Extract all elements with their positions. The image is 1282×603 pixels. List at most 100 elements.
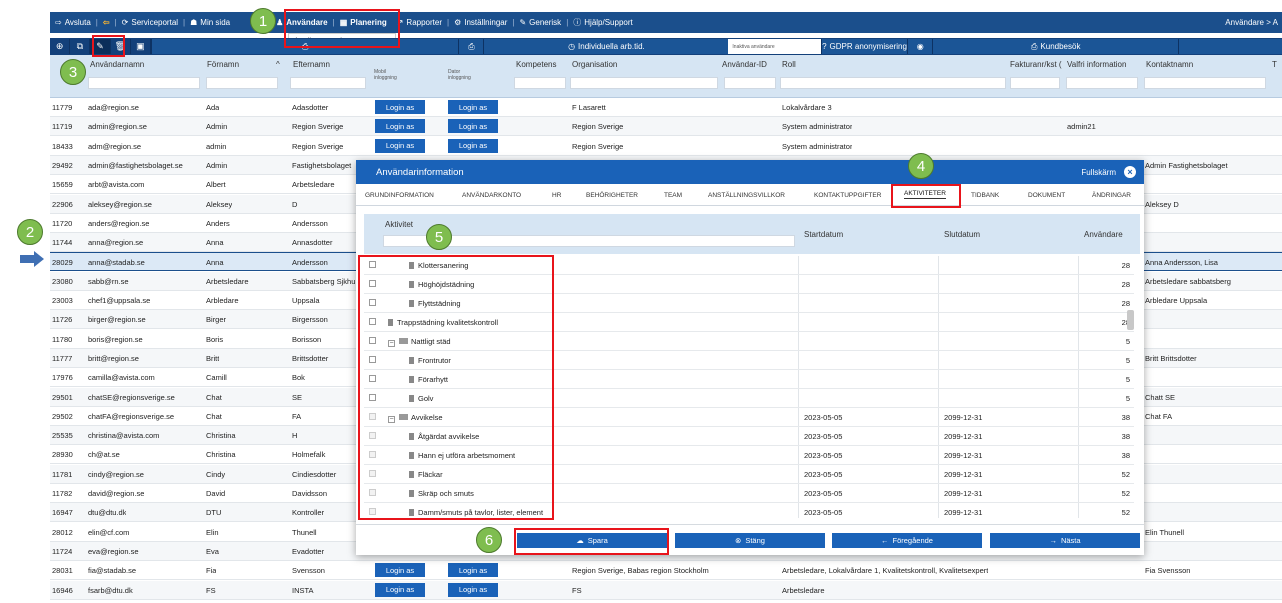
nav-back[interactable]: ⇦ (98, 18, 115, 27)
activity-row[interactable]: Trappstädning kvalitetskontroll 28 (364, 313, 1134, 332)
mobile-login-button[interactable]: Login as (375, 119, 425, 134)
filter-invoice[interactable] (1010, 77, 1060, 89)
copy-button[interactable]: ⧉ (70, 39, 91, 54)
activity-row[interactable]: Höghöjdstädning 28 (364, 275, 1134, 294)
filter-firstname[interactable] (206, 77, 278, 89)
table-row[interactable]: 28031 fia@stadab.se Fia Svensson Region Sver… (50, 561, 1282, 581)
col-invoice[interactable]: Fakturanr/kst ( (1010, 60, 1062, 69)
activity-row[interactable]: Åtgärdat avvikelse 2023-05-05 2099-12-31 38 (364, 427, 1134, 446)
collapse-icon[interactable]: − (388, 340, 395, 347)
col-username[interactable]: Användarnamn (90, 60, 144, 69)
activity-checkbox[interactable] (369, 394, 376, 401)
computer-login-button[interactable]: Login as (448, 582, 498, 597)
activity-row[interactable]: Fläckar 2023-05-05 2099-12-31 52 (364, 465, 1134, 484)
activity-row[interactable]: Damm/smuts på tavlor, lister, element 202… (364, 503, 1134, 518)
activity-checkbox[interactable] (369, 280, 376, 287)
activity-row[interactable]: Hann ej utföra arbetsmoment 2023-05-05 209… (364, 446, 1134, 465)
delete-button[interactable]: 🗑 (111, 39, 131, 54)
activity-checkbox[interactable] (369, 318, 376, 325)
nav-hjalp[interactable]: ⓘ Hjälp/Support (568, 17, 637, 28)
col-computer-login[interactable]: Dator inloggning (448, 69, 484, 81)
col-enddate[interactable]: Slutdatum (944, 230, 980, 239)
activity-row[interactable]: − Avvikelse 2023-05-05 2099-12-31 38 (364, 408, 1134, 427)
tab-anstallningsvillkor[interactable]: ANSTÄLLNINGSVILLKOR (708, 192, 785, 199)
nav-rapporter[interactable]: ↗ Rapporter (392, 18, 447, 27)
view-button[interactable]: ◉ (907, 39, 933, 54)
col-competence[interactable]: Kompetens (516, 60, 556, 69)
activity-row[interactable]: Skräp och smuts 2023-05-05 2099-12-31 52 (364, 484, 1134, 503)
computer-login-button[interactable]: Login as (448, 100, 498, 114)
computer-login-button[interactable]: Login as (448, 119, 498, 134)
activity-row[interactable]: Golv 5 (364, 389, 1134, 408)
table-row[interactable]: 11719 admin@region.se Admin Region Sverige R… (50, 117, 1282, 137)
tab-behorigheter[interactable]: BEHÖRIGHETER (586, 192, 638, 199)
kundbesok-button[interactable]: ⎙ Kundbesök (932, 39, 1179, 54)
activity-row[interactable]: Frontrutor 5 (364, 351, 1134, 370)
activity-checkbox[interactable] (369, 261, 376, 268)
filter-organisation[interactable] (570, 77, 718, 89)
export-button[interactable]: ▣ (131, 39, 152, 54)
previous-button[interactable]: ← Föregående (832, 533, 982, 548)
collapse-icon[interactable]: − (388, 416, 395, 423)
save-button[interactable]: ☁ Spara (517, 533, 667, 548)
individual-worktime-button[interactable]: ◷ Individuella arb.tid. (483, 39, 729, 54)
nav-avsluta[interactable]: ⇨ Avsluta (50, 18, 96, 27)
filter-role[interactable] (780, 77, 1006, 89)
tab-team[interactable]: TEAM (664, 192, 682, 199)
activity-row[interactable]: Klottersanering 28 (364, 256, 1134, 275)
computer-login-button[interactable]: Login as (448, 138, 498, 153)
mobile-login-button[interactable]: Login as (375, 100, 425, 114)
add-button[interactable]: ⊕ (50, 39, 71, 54)
col-userid[interactable]: Användar-ID (722, 60, 767, 69)
table-row[interactable]: 18433 adm@region.se admin Region Sverige Reg… (50, 137, 1282, 156)
table-row[interactable]: 16946 fsarb@dtu.dk FS INSTA FS Arbetsledare Lo… (50, 580, 1282, 600)
print-button[interactable]: ⎙ (151, 39, 459, 54)
nav-installningar[interactable]: ⚙ Inställningar (449, 18, 512, 27)
col-organisation[interactable]: Organisation (572, 60, 617, 69)
nav-min-sida[interactable]: ☗ Min sida (185, 18, 235, 27)
close-icon[interactable]: × (1124, 166, 1136, 178)
edit-button[interactable]: ✎ (90, 39, 111, 54)
inactive-users-toggle[interactable]: Inaktiva användare (728, 39, 821, 54)
tab-grundinformation[interactable]: GRUNDINFORMATION (365, 192, 434, 199)
col-firstname[interactable]: Förnamn (207, 60, 239, 69)
filter-userid[interactable] (724, 77, 776, 89)
col-startdate[interactable]: Startdatum (804, 230, 843, 239)
tab-andringar[interactable]: ÄNDRINGAR (1092, 192, 1131, 199)
nav-anvandare[interactable]: ♟ Användare (271, 18, 333, 27)
fullscreen-button[interactable]: Fullskärm (1081, 168, 1116, 177)
nav-generisk[interactable]: ✎ Generisk (514, 18, 566, 27)
col-contact[interactable]: Kontaktnamn (1146, 60, 1193, 69)
activity-checkbox[interactable] (369, 299, 376, 306)
filter-username[interactable] (88, 77, 200, 89)
activity-scrollbar[interactable] (1127, 310, 1134, 330)
tab-anvandarkonto[interactable]: ANVÄNDARKONTO (462, 192, 521, 199)
close-button[interactable]: ⊗ Stäng (675, 533, 825, 548)
col-activity[interactable]: Aktivitet (385, 220, 413, 229)
filter-free-info[interactable] (1066, 77, 1138, 89)
col-t[interactable]: T (1272, 60, 1277, 69)
computer-login-button[interactable]: Login as (448, 563, 498, 578)
mobile-login-button[interactable]: Login as (375, 563, 425, 578)
activity-checkbox[interactable] (369, 375, 376, 382)
filter-competence[interactable] (514, 77, 566, 89)
col-mobile-login[interactable]: Mobil inloggning (374, 69, 410, 81)
activity-checkbox[interactable] (369, 337, 376, 344)
col-role[interactable]: Roll (782, 60, 796, 69)
col-free-info[interactable]: Valfri information (1067, 60, 1126, 69)
print2-button[interactable]: ⎙ (458, 39, 484, 54)
tab-dokument[interactable]: DOKUMENT (1028, 192, 1065, 199)
tab-aktiviteter[interactable]: AKTIVITETER (904, 190, 946, 199)
gdpr-button[interactable]: ? GDPR anonymisering (820, 39, 908, 54)
table-row[interactable]: 11779 ada@region.se Ada Adasdotter F Lasaret… (50, 98, 1282, 117)
filter-contact[interactable] (1144, 77, 1266, 89)
nav-planering[interactable]: ▦ Planering (335, 18, 392, 27)
activity-row[interactable]: Förarhytt 5 (364, 370, 1134, 389)
col-lastname[interactable]: Efternamn (293, 60, 330, 69)
activity-row[interactable]: Flyttstädning 28 (364, 294, 1134, 313)
activity-row[interactable]: − Nattligt städ 5 (364, 332, 1134, 351)
nav-serviceportal[interactable]: ⟳ Serviceportal (117, 18, 183, 27)
filter-lastname[interactable] (290, 77, 366, 89)
mobile-login-button[interactable]: Login as (375, 582, 425, 597)
toolbar-extra-button[interactable] (1178, 39, 1282, 54)
